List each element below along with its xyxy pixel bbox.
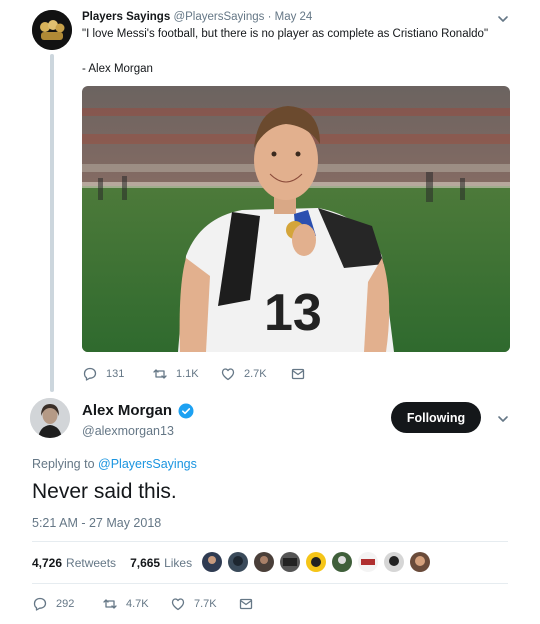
original-tweet-actions: 131 1.1K 2.7K: [82, 366, 306, 382]
liker-avatar[interactable]: [228, 552, 248, 572]
retweet-count: 4.7K: [126, 598, 149, 610]
reply-count: 292: [56, 598, 75, 610]
reply-icon: [83, 367, 97, 381]
original-display-name[interactable]: Players Sayings: [82, 11, 170, 23]
original-tweet-header: Players Sayings @PlayersSayings · May 24: [82, 11, 312, 23]
reply-name-row: Alex Morgan: [82, 402, 194, 419]
retweet-icon: [153, 369, 167, 379]
liker-avatar[interactable]: [202, 552, 222, 572]
reply-action[interactable]: 292: [32, 596, 102, 612]
players-sayings-avatar[interactable]: [32, 10, 72, 50]
original-handle[interactable]: @PlayersSayings: [173, 11, 264, 23]
reply-timestamp[interactable]: 5:21 AM - 27 May 2018: [32, 516, 161, 530]
reply-icon: [33, 597, 47, 611]
replying-to-line: Replying to @PlayersSayings: [32, 457, 197, 471]
likes-stat-count[interactable]: 7,665: [130, 556, 160, 570]
alex-morgan-avatar[interactable]: [30, 398, 70, 438]
svg-text:13: 13: [264, 284, 322, 342]
liker-avatar[interactable]: [280, 552, 300, 572]
envelope-icon: [291, 368, 305, 380]
like-count: 2.7K: [244, 368, 267, 380]
chevron-down-icon[interactable]: [496, 412, 510, 426]
heart-icon: [221, 368, 235, 381]
heart-icon: [171, 598, 185, 611]
replying-prefix: Replying to: [32, 457, 99, 471]
liker-avatar[interactable]: [306, 552, 326, 572]
direct-message-action[interactable]: [290, 366, 306, 382]
original-tweet-text: "I love Messi's football, but there is n…: [82, 28, 489, 40]
like-count: 7.7K: [194, 598, 217, 610]
liker-avatar[interactable]: [254, 552, 274, 572]
direct-message-action[interactable]: [238, 596, 254, 612]
likes-stat-label[interactable]: Likes: [164, 556, 192, 570]
reply-tweet-actions: 292 4.7K 7.7K: [32, 595, 254, 613]
original-date[interactable]: May 24: [275, 11, 313, 23]
replying-to-mention[interactable]: @PlayersSayings: [98, 457, 197, 471]
following-button[interactable]: Following: [391, 402, 481, 433]
header-separator: ·: [264, 11, 275, 23]
divider: [32, 541, 508, 542]
retweets-stat-count[interactable]: 4,726: [32, 556, 62, 570]
liker-avatar[interactable]: [358, 552, 378, 572]
reply-action[interactable]: 131: [82, 366, 152, 382]
divider: [32, 583, 508, 584]
retweet-icon: [103, 599, 117, 609]
envelope-icon: [239, 598, 253, 610]
retweet-action[interactable]: 1.1K: [152, 366, 220, 382]
liker-avatar[interactable]: [332, 552, 352, 572]
liker-avatar[interactable]: [384, 552, 404, 572]
tweet-photo[interactable]: 13: [82, 86, 510, 352]
engagement-stats: 4,726 Retweets 7,665 Likes: [32, 556, 192, 570]
verified-badge-icon: [178, 403, 194, 418]
reply-display-name[interactable]: Alex Morgan: [82, 402, 172, 419]
retweets-stat-label[interactable]: Retweets: [66, 556, 116, 570]
liker-avatars: [202, 552, 430, 572]
like-action[interactable]: 7.7K: [170, 596, 238, 612]
liker-avatar[interactable]: [410, 552, 430, 572]
retweet-action[interactable]: 4.7K: [102, 596, 170, 612]
reply-count: 131: [106, 368, 125, 380]
retweet-count: 1.1K: [176, 368, 199, 380]
reply-tweet-text: Never said this.: [32, 480, 177, 503]
original-tweet-attribution: - Alex Morgan: [82, 63, 153, 75]
reply-handle[interactable]: @alexmorgan13: [82, 424, 174, 438]
thread-line: [50, 54, 54, 392]
like-action[interactable]: 2.7K: [220, 366, 290, 382]
chevron-down-icon[interactable]: [496, 12, 510, 26]
